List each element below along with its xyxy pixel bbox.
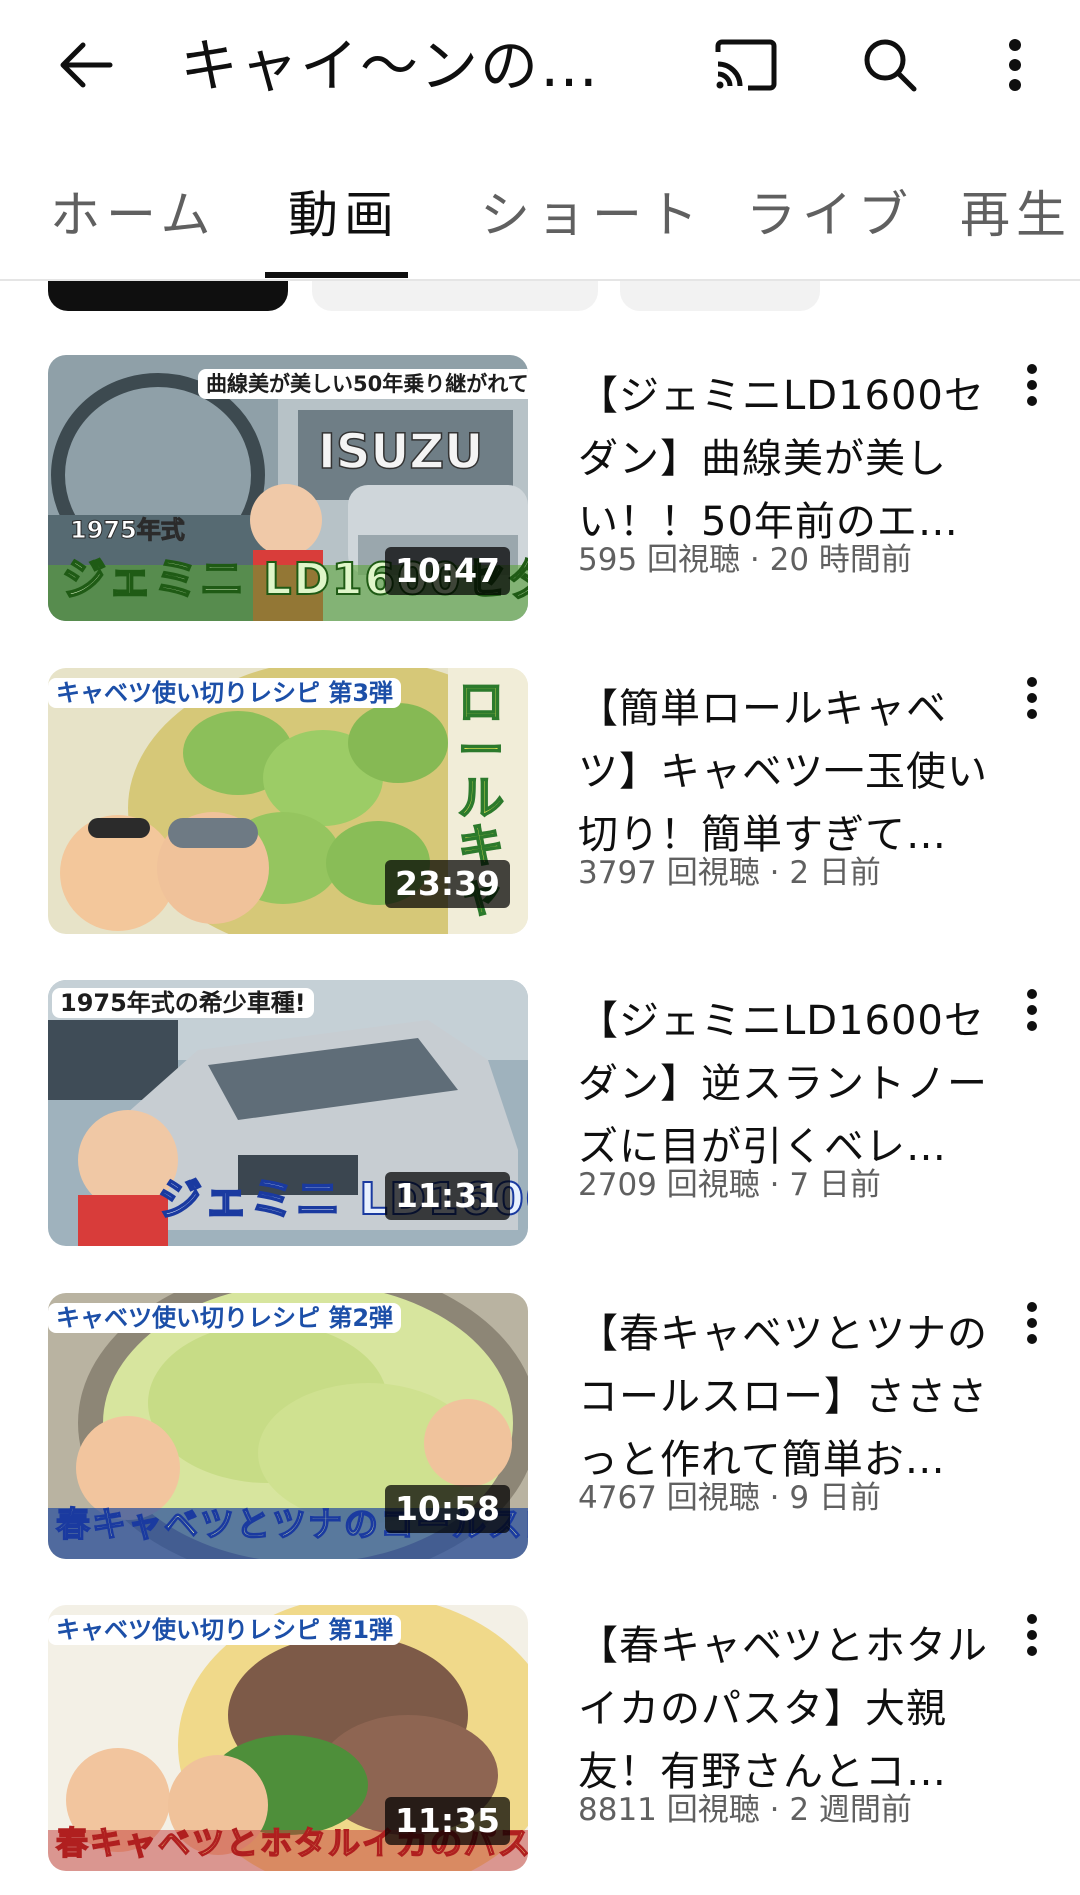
video-title[interactable]: 【簡単ロールキャベツ】キャベツ一玉使い切り！簡単すぎて… (578, 678, 993, 867)
video-duration: 11:31 (384, 1172, 510, 1220)
upload-age: 7 日前 (789, 1167, 881, 1203)
tab-live[interactable]: ライブ (746, 180, 914, 250)
video-menu-icon[interactable] (1012, 676, 1052, 746)
view-count: 8811 回視聴 (578, 1792, 760, 1828)
video-thumbnail[interactable]: キャベツ使い切りレシピ 第1弾 春キャベツとホタルイカのパスタ 11:35 (48, 1605, 528, 1871)
video-duration: 10:47 (384, 547, 510, 595)
video-item[interactable]: キャベツ使い切りレシピ 第1弾 春キャベツとホタルイカのパスタ 11:35 【春… (0, 1605, 1080, 1875)
video-menu-icon[interactable] (1012, 1613, 1052, 1683)
video-title[interactable]: 【ジェミニLD1600セダン】曲線美が美しい！！50年前のエン… (578, 365, 993, 554)
view-count: 595 回視聴 (578, 542, 741, 578)
thumb-banner: 曲線美が美しい50年乗り継がれてきた車! (198, 369, 528, 399)
video-item[interactable]: 1975年式の希少車種! ジェミニ LD1600セダン 11:31 【ジェミニL… (0, 980, 1080, 1250)
channel-title: キャイ〜ンのテ… (180, 32, 650, 100)
upload-age: 9 日前 (789, 1480, 881, 1516)
thumb-badge: 1975年式 (70, 516, 186, 545)
active-tab-indicator (265, 272, 408, 278)
video-thumbnail[interactable]: キャベツ使い切りレシピ 第2弾 春キャベツとツナのコールスロー 10:58 (48, 1293, 528, 1559)
view-count: 2709 回視聴 (578, 1167, 760, 1203)
upload-age: 2 日前 (789, 855, 881, 891)
view-count: 3797 回視聴 (578, 855, 760, 891)
cast-icon[interactable] (700, 25, 790, 105)
video-title[interactable]: 【ジェミニLD1600セダン】逆スラントノーズに目が引くベレ… (578, 990, 993, 1179)
video-item[interactable]: キャベツ使い切りレシピ 第3弾 ロールキャ 23:39 【簡単ロールキャベツ】キ… (0, 668, 1080, 938)
tab-playlists[interactable]: 再生 (960, 180, 1072, 250)
video-meta: 3797 回視聴 · 2 日前 (578, 855, 881, 891)
video-duration: 10:58 (384, 1485, 510, 1533)
video-duration: 11:35 (384, 1797, 510, 1845)
upload-age: 20 時間前 (769, 542, 912, 578)
video-item[interactable]: キャベツ使い切りレシピ 第2弾 春キャベツとツナのコールスロー 10:58 【春… (0, 1293, 1080, 1563)
video-meta: 595 回視聴 · 20 時間前 (578, 542, 912, 578)
more-vert-icon[interactable] (975, 25, 1055, 105)
view-count: 4767 回視聴 (578, 1480, 760, 1516)
video-title[interactable]: 【春キャベツとツナのコールスロー】さささっと作れて簡単お… (578, 1303, 993, 1492)
channel-tabs: ホーム 動画 ショート ライブ 再生 (0, 150, 1080, 280)
video-item[interactable]: 曲線美が美しい50年乗り継がれてきた車! ISUZU 1975年式 ジェミニ L… (0, 355, 1080, 625)
video-meta: 4767 回視聴 · 9 日前 (578, 1480, 881, 1516)
video-title[interactable]: 【春キャベツとホタルイカのパスタ】大親友！有野さんとコ… (578, 1615, 993, 1804)
thumb-banner: キャベツ使い切りレシピ 第1弾 (48, 1615, 402, 1645)
chip-oldest[interactable] (620, 281, 820, 311)
video-menu-icon[interactable] (1012, 363, 1052, 433)
chip-latest[interactable] (48, 281, 288, 311)
video-thumbnail[interactable]: 1975年式の希少車種! ジェミニ LD1600セダン 11:31 (48, 980, 528, 1246)
video-meta: 8811 回視聴 · 2 週間前 (578, 1792, 912, 1828)
chip-popular[interactable] (312, 281, 598, 311)
tab-home[interactable]: ホーム (50, 180, 217, 250)
tab-videos[interactable]: 動画 (288, 180, 400, 250)
tab-shorts[interactable]: ショート (480, 180, 704, 250)
search-icon[interactable] (845, 25, 935, 105)
thumb-sign: ISUZU (317, 424, 484, 480)
thumb-banner: 1975年式の希少車種! (52, 988, 314, 1018)
upload-age: 2 週間前 (789, 1792, 912, 1828)
back-arrow-icon[interactable] (40, 25, 130, 105)
app-bar: キャイ〜ンのテ… (0, 0, 1080, 130)
video-duration: 23:39 (384, 860, 510, 908)
video-thumbnail[interactable]: 曲線美が美しい50年乗り継がれてきた車! ISUZU 1975年式 ジェミニ L… (48, 355, 528, 621)
video-meta: 2709 回視聴 · 7 日前 (578, 1167, 881, 1203)
thumb-banner: キャベツ使い切りレシピ 第3弾 (48, 678, 402, 708)
filter-chips (0, 281, 1080, 311)
thumb-banner: キャベツ使い切りレシピ 第2弾 (48, 1303, 402, 1333)
video-thumbnail[interactable]: キャベツ使い切りレシピ 第3弾 ロールキャ 23:39 (48, 668, 528, 934)
video-menu-icon[interactable] (1012, 988, 1052, 1058)
video-menu-icon[interactable] (1012, 1301, 1052, 1371)
